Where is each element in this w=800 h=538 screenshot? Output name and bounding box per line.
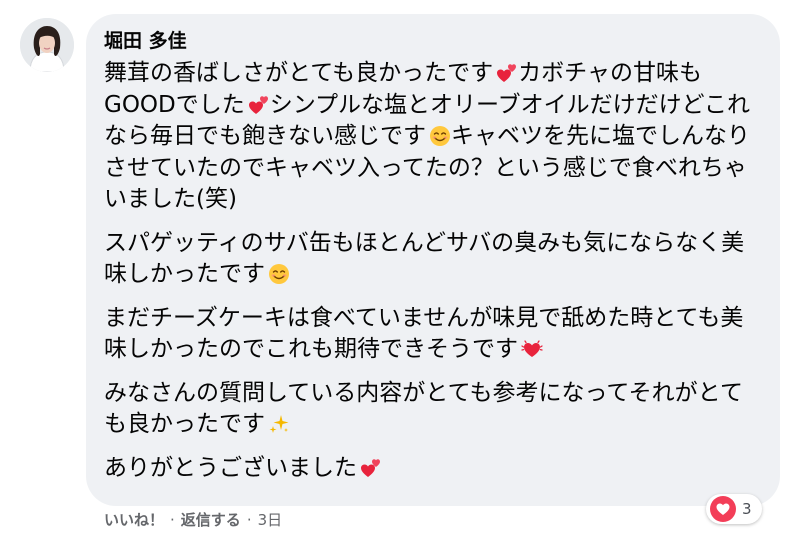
comment-actions: いいね！ · 返信する · 3日 xyxy=(104,510,282,530)
two-hearts-icon xyxy=(360,457,382,479)
two-hearts-icon xyxy=(496,62,518,84)
comment-paragraph: ありがとうございました xyxy=(104,453,760,485)
smiling-face-icon xyxy=(268,263,290,285)
avatar[interactable] xyxy=(20,18,74,72)
comment-paragraph: 舞茸の香ばしさがとても良かったです カボチャの甘味もGOODでした シンプルな塩とオ… xyxy=(104,58,760,216)
reaction-summary[interactable]: 3 xyxy=(706,494,762,524)
comment-paragraph: みなさんの質問している内容がとても参考になってそれがとても良かったです xyxy=(104,378,760,441)
comment-paragraph: まだチーズケーキは食べていませんが味見で舐めた時とても美味しかったのでこれも期待… xyxy=(104,303,760,366)
comment-paragraph: スパゲッティのサバ缶もほとんどサバの臭みも気にならなく美味しかったです xyxy=(104,228,760,291)
avatar-photo xyxy=(20,18,74,72)
comment-text: まだチーズケーキは食べていませんが味見で舐めた時とても美味しかったのでこれも期待… xyxy=(104,304,744,363)
like-button[interactable]: いいね！ xyxy=(104,510,164,530)
comment-body: 舞茸の香ばしさがとても良かったです カボチャの甘味もGOODでした シンプルな塩とオ… xyxy=(104,58,760,484)
reply-button[interactable]: 返信する xyxy=(181,510,241,530)
separator: · xyxy=(246,511,252,529)
beating-heart-icon xyxy=(521,338,543,360)
comment-bubble: 堀田 多佳 舞茸の香ばしさがとても良かったです カボチャの甘味もGOODでした シン… xyxy=(86,14,780,506)
comment-author[interactable]: 堀田 多佳 xyxy=(104,28,760,54)
comment-text: 舞茸の香ばしさがとても良かったです xyxy=(104,60,494,86)
comment-text: スパゲッティのサバ缶もほとんどサバの臭みも気にならなく美味しかったです xyxy=(104,229,745,288)
timestamp[interactable]: 3日 xyxy=(258,510,283,530)
comment-text: みなさんの質問している内容がとても参考になってそれがとても良かったです xyxy=(104,379,743,438)
comment-text: ありがとうございました xyxy=(104,454,357,481)
separator: · xyxy=(170,511,175,529)
two-hearts-icon xyxy=(248,94,270,116)
smiling-face-icon xyxy=(429,125,451,147)
heart-icon xyxy=(710,496,736,522)
sparkles-icon xyxy=(268,413,290,435)
reaction-count: 3 xyxy=(742,500,752,518)
comment-view: 堀田 多佳 舞茸の香ばしさがとても良かったです カボチャの甘味もGOODでした シン… xyxy=(0,0,800,538)
